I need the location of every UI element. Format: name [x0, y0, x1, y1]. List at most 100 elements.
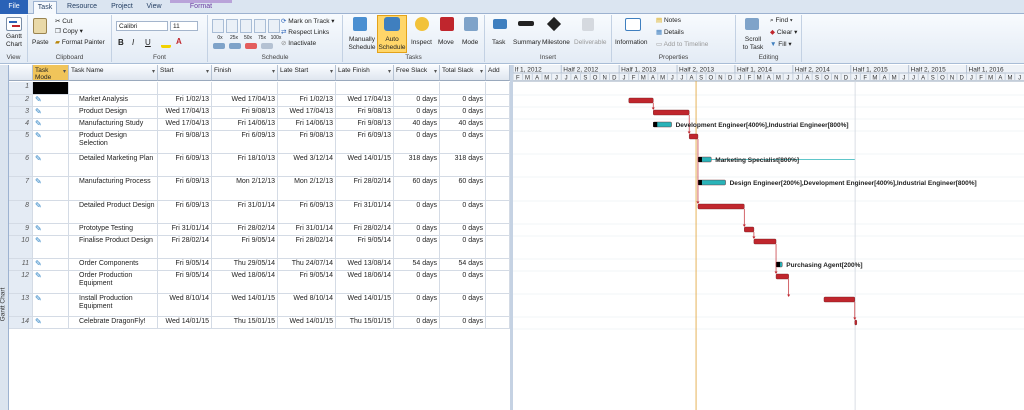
column-filter-icon[interactable]: ▾	[152, 69, 155, 76]
cell-finish[interactable]: Mon 2/12/13	[212, 177, 278, 200]
cell-start[interactable]: Fri 6/09/13	[158, 154, 212, 176]
column-filter-icon[interactable]: ▾	[434, 69, 437, 76]
cell-ts[interactable]: 0 days	[440, 271, 486, 293]
cell-ls[interactable]: Wed 17/04/13	[278, 107, 336, 118]
cell-ls[interactable]: Thu 24/07/14	[278, 259, 336, 270]
gantt-bar[interactable]	[744, 226, 755, 233]
cell-finish[interactable]: Wed 17/04/13	[212, 95, 278, 106]
cell-start[interactable]: Fri 6/09/13	[158, 177, 212, 200]
summary-button[interactable]: Summary	[513, 39, 541, 47]
cell-add[interactable]	[486, 224, 510, 235]
cell-ls[interactable]	[278, 82, 336, 94]
selected-cell[interactable]	[33, 82, 69, 94]
cell-lf[interactable]: Thu 15/01/15	[336, 317, 394, 328]
cell-fs[interactable]: 0 days	[394, 224, 440, 235]
cell-ls[interactable]: Wed 14/01/15	[278, 317, 336, 328]
gantt-bar[interactable]	[753, 238, 777, 245]
cell-mode[interactable]: ✎	[33, 107, 69, 118]
column-header-fs[interactable]: Free Slack ▾	[394, 65, 440, 81]
inactivate-button[interactable]: ⊘ Inactivate	[281, 40, 316, 48]
cell-ts[interactable]: 54 days	[440, 259, 486, 270]
column-header-name[interactable]: Task Name ▾	[69, 65, 158, 81]
cell-ts[interactable]: 0 days	[440, 107, 486, 118]
cell-add[interactable]	[486, 294, 510, 316]
cell-mode[interactable]: ✎	[33, 95, 69, 106]
cell-start[interactable]: Fri 28/02/14	[158, 236, 212, 258]
percent-25x-button[interactable]: 25x	[226, 19, 238, 41]
column-filter-icon[interactable]: ▾	[480, 69, 483, 76]
cell-finish[interactable]: Fri 28/02/14	[212, 224, 278, 235]
cell-ts[interactable]: 0 days	[440, 201, 486, 223]
cell-name[interactable]	[69, 82, 158, 94]
cell-ts[interactable]: 60 days	[440, 177, 486, 200]
cell-finish[interactable]: Fri 14/06/13	[212, 119, 278, 130]
fill-button[interactable]: ▼ Fill ▾	[770, 41, 792, 49]
add-to-timeline-button[interactable]: ▭ Add to Timeline	[656, 41, 708, 49]
task-row[interactable]: 6 ✎ Detailed Marketing Plan Fri 6/09/13 Fri …	[9, 154, 510, 177]
gantt-chart-icon[interactable]	[6, 17, 22, 31]
unlink-tasks-icon[interactable]	[261, 43, 273, 49]
task-row[interactable]: 10 ✎ Finalise Product Design Fri 28/02/14 Fr…	[9, 236, 510, 259]
cell-mode[interactable]: ✎	[33, 154, 69, 176]
cell-ls[interactable]: Fri 1/02/13	[278, 95, 336, 106]
gantt-bar[interactable]	[854, 319, 857, 326]
cell-lf[interactable]	[336, 82, 394, 94]
cell-mode[interactable]: ✎	[33, 259, 69, 270]
find-button[interactable]: ⌕ Find ▾	[770, 17, 793, 25]
cell-start[interactable]: Fri 9/05/14	[158, 271, 212, 293]
cell-add[interactable]	[486, 317, 510, 328]
format-painter-button[interactable]: ▰ Format Painter	[55, 39, 105, 47]
gantt-bar[interactable]	[697, 203, 745, 210]
notes-button[interactable]: ▤ Notes	[656, 17, 681, 25]
cell-finish[interactable]	[212, 82, 278, 94]
cell-ls[interactable]: Mon 2/12/13	[278, 177, 336, 200]
cell-add[interactable]	[486, 271, 510, 293]
cell-name[interactable]: Detailed Marketing Plan	[69, 154, 158, 176]
respect-links-button[interactable]: ⇄ Respect Links	[281, 29, 329, 37]
cell-name[interactable]: Order Components	[69, 259, 158, 270]
cell-ls[interactable]: Fri 6/09/13	[278, 201, 336, 223]
copy-button[interactable]: ❐ Copy ▾	[55, 28, 83, 36]
cell-start[interactable]: Fri 9/08/13	[158, 131, 212, 153]
task-row[interactable]: 9 ✎ Prototype Testing Fri 31/01/14 Fri 28/02…	[9, 224, 510, 236]
link-tasks-icon[interactable]	[245, 43, 257, 49]
cell-add[interactable]	[486, 107, 510, 118]
auto-schedule-icon[interactable]	[384, 17, 400, 31]
column-header-rn[interactable]	[9, 65, 33, 81]
cell-start[interactable]: Wed 17/04/13	[158, 119, 212, 130]
column-header-ts[interactable]: Total Slack ▾	[440, 65, 486, 81]
cell-lf[interactable]: Wed 13/08/14	[336, 259, 394, 270]
italic-button[interactable]: I	[132, 39, 134, 47]
summary-icon[interactable]	[518, 21, 534, 26]
cut-button[interactable]: ✂ Cut	[55, 18, 72, 26]
task-row[interactable]: 11 ✎ Order Components Fri 9/05/14 Thu 29/05/…	[9, 259, 510, 271]
task-row[interactable]: 1	[9, 82, 510, 95]
cell-fs[interactable]: 40 days	[394, 119, 440, 130]
cell-fs[interactable]: 0 days	[394, 201, 440, 223]
cell-ts[interactable]: 40 days	[440, 119, 486, 130]
column-header-start[interactable]: Start ▾	[158, 65, 212, 81]
cell-ts[interactable]: 318 days	[440, 154, 486, 176]
cell-fs[interactable]: 0 days	[394, 317, 440, 328]
paste-icon[interactable]	[33, 18, 47, 34]
cell-add[interactable]	[486, 259, 510, 270]
cell-name[interactable]: Product Design	[69, 107, 158, 118]
cell-ls[interactable]: Fri 9/08/13	[278, 131, 336, 153]
cell-mode[interactable]: ✎	[33, 271, 69, 293]
cell-mode[interactable]: ✎	[33, 294, 69, 316]
cell-mode[interactable]: ✎	[33, 177, 69, 200]
cell-finish[interactable]: Fri 9/08/13	[212, 107, 278, 118]
cell-add[interactable]	[486, 154, 510, 176]
column-filter-icon[interactable]: ▾	[206, 69, 209, 76]
cell-lf[interactable]: Wed 14/01/15	[336, 154, 394, 176]
cell-mode[interactable]: ✎	[33, 201, 69, 223]
gantt-bar[interactable]	[628, 97, 654, 104]
manually-schedule-button[interactable]: Manually Schedule	[345, 36, 379, 52]
mode-button[interactable]: Mode	[462, 39, 478, 47]
cell-mode[interactable]: ✎	[33, 224, 69, 235]
details-button[interactable]: ▦ Details	[656, 29, 684, 37]
inspect-icon[interactable]	[415, 17, 429, 31]
cell-name[interactable]: Detailed Product Design	[69, 201, 158, 223]
task-button[interactable]: Task	[492, 39, 505, 47]
cell-start[interactable]	[158, 82, 212, 94]
